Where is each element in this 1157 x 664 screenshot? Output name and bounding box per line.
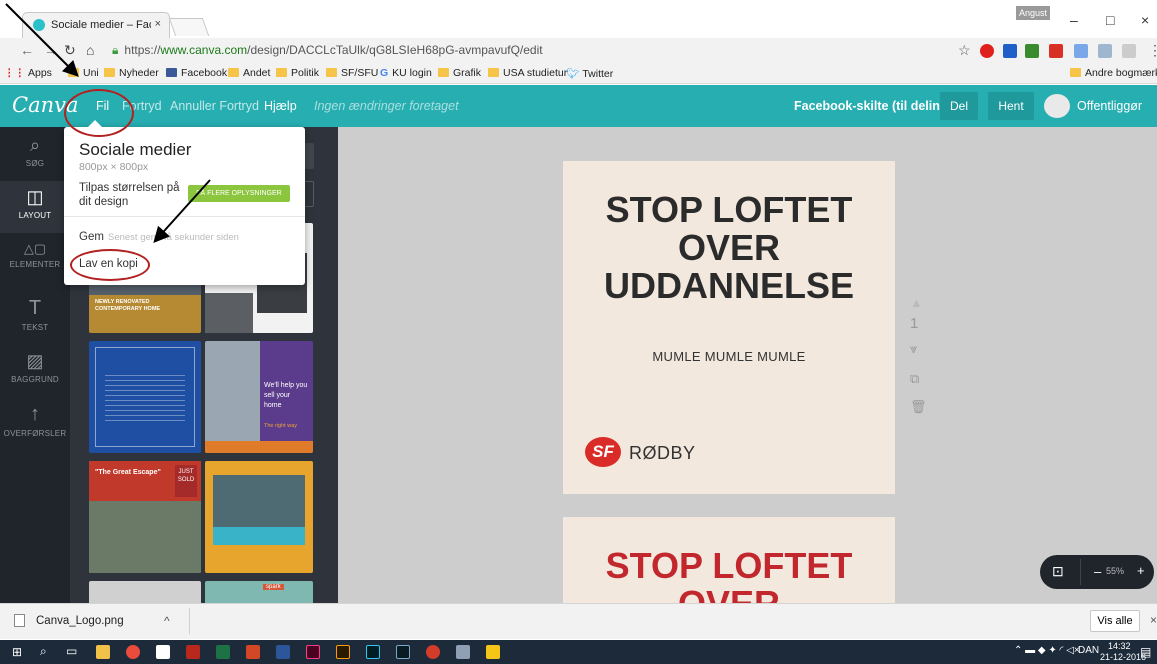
divider bbox=[189, 608, 190, 634]
file-icon bbox=[14, 614, 25, 627]
notepad-icon[interactable] bbox=[156, 645, 170, 659]
acrobat-icon[interactable] bbox=[186, 645, 200, 659]
download-options-icon[interactable]: ^ bbox=[164, 614, 170, 628]
windows-taskbar: ⊞ ⌕ ▭ ⌃ ▬ ◆ ✦ ◜ ◁× DAN 14:32 21-12-2016 … bbox=[0, 640, 1157, 664]
action-center-icon[interactable]: ▤ bbox=[1140, 645, 1151, 659]
search-icon[interactable]: ⌕ bbox=[40, 644, 47, 659]
windows-start-icon[interactable]: ⊞ bbox=[12, 645, 22, 659]
clock-time[interactable]: 14:32 bbox=[1108, 641, 1131, 651]
app-gray-icon[interactable] bbox=[456, 645, 470, 659]
close-shelf-icon[interactable]: × bbox=[1150, 613, 1157, 627]
task-view-icon[interactable]: ▭ bbox=[66, 644, 77, 658]
app-red-icon[interactable] bbox=[426, 645, 440, 659]
chrome-icon[interactable] bbox=[126, 645, 140, 659]
word-icon[interactable] bbox=[276, 645, 290, 659]
show-all-button[interactable]: Vis alle bbox=[1090, 610, 1140, 632]
download-shelf: Canva_Logo.png ^ Vis alle × bbox=[0, 603, 1157, 639]
powerpoint-icon[interactable] bbox=[246, 645, 260, 659]
lightroom-icon[interactable] bbox=[396, 645, 410, 659]
file-explorer-icon[interactable] bbox=[96, 645, 110, 659]
annotation-arrow bbox=[5, 3, 79, 77]
annotation-arrow bbox=[153, 179, 211, 243]
sticky-notes-icon[interactable] bbox=[486, 645, 500, 659]
tray-icons[interactable]: ⌃ ▬ ◆ ✦ ◜ ◁× bbox=[1014, 645, 1080, 656]
download-filename[interactable]: Canva_Logo.png bbox=[36, 615, 124, 627]
excel-icon[interactable] bbox=[216, 645, 230, 659]
annotation-arrows bbox=[5, 3, 211, 243]
illustrator-icon[interactable] bbox=[336, 645, 350, 659]
language-indicator[interactable]: DAN bbox=[1078, 645, 1099, 656]
photoshop-icon[interactable] bbox=[366, 645, 380, 659]
indesign-icon[interactable] bbox=[306, 645, 320, 659]
